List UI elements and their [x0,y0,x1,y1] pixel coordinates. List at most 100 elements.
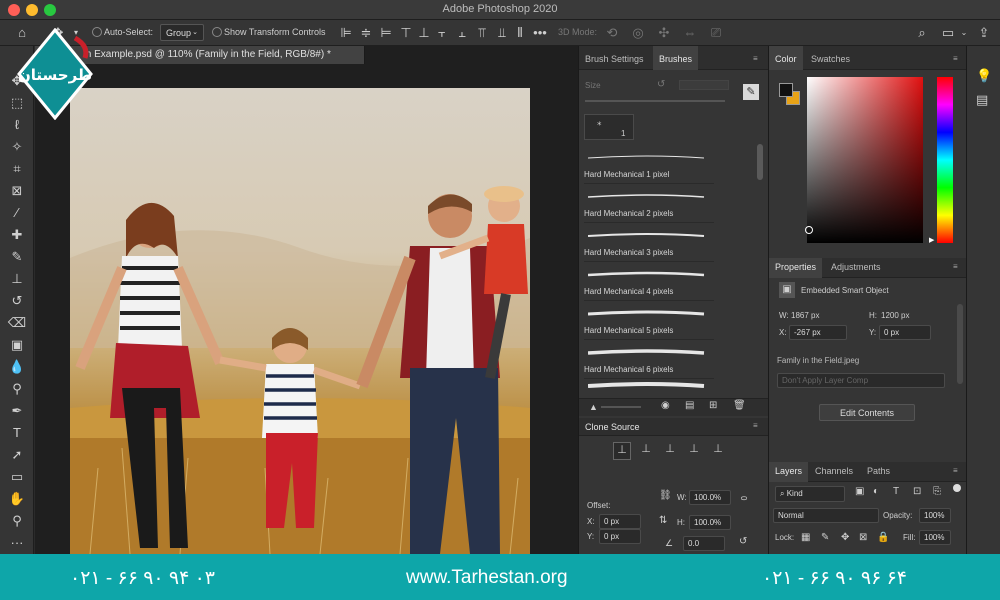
brush-preset-row[interactable]: Hard Mechanical 4 pixels [584,263,714,301]
new-brush-icon[interactable]: ⊞ [709,400,717,411]
distribute-bottom-icon[interactable]: ⫪ [474,25,490,41]
hue-slider[interactable] [937,77,953,243]
eyedropper-icon[interactable]: ⁄ [6,203,28,222]
workspace-icon[interactable]: ▭ [940,25,956,41]
link-icon[interactable]: ⛓ [659,490,672,501]
edit-contents-button[interactable]: Edit Contents [819,404,915,421]
type-tool-icon[interactable]: T [6,423,28,442]
height-field[interactable]: 100.0% [689,515,731,530]
filter-pixel-icon[interactable]: ▣ [855,486,864,497]
distribute-middle-icon[interactable]: ⫠ [454,25,470,41]
y-field[interactable]: 0 px [879,325,931,340]
brush-preset-row[interactable] [584,378,714,390]
share-icon[interactable]: ⇪ [976,25,992,41]
color-picker-handle[interactable] [805,226,813,234]
filter-toggle[interactable] [953,484,961,492]
document-canvas[interactable] [70,88,530,554]
tab-brushes[interactable]: Brushes [653,46,699,70]
distribute-horizontal-icon[interactable]: ⫫ [494,25,510,41]
blend-mode-dropdown[interactable]: Normal [773,508,879,523]
layer-comp-dropdown[interactable]: Don't Apply Layer Comp [777,373,945,388]
search-icon[interactable]: ⌕ [914,25,930,41]
clone-source-3-icon[interactable]: ⊥ [661,442,679,460]
clone-source-4-icon[interactable]: ⊥ [685,442,703,460]
align-center-icon[interactable]: ≑ [358,25,374,41]
brush-tool-icon[interactable]: ✎ [6,247,28,266]
properties-scrollbar[interactable] [957,304,963,384]
trash-icon[interactable]: 🗑 [733,400,746,411]
tab-adjustments[interactable]: Adjustments [825,258,887,278]
pen-tool-icon[interactable]: ✒ [6,401,28,420]
align-middle-icon[interactable]: ⊥ [416,25,432,41]
color-field[interactable] [807,77,923,243]
gradient-tool-icon[interactable]: ▣ [6,335,28,354]
frame-offset-field[interactable]: 0 [739,496,748,500]
width-value[interactable]: 1867 px [791,311,819,320]
offset-x-field[interactable]: 0 px [599,514,641,529]
tab-paths[interactable]: Paths [861,462,896,482]
brush-size-slider-icon[interactable]: ▲ [589,402,598,412]
filter-smart-object-icon[interactable]: ⎘ [933,486,941,497]
rectangle-tool-icon[interactable]: ▭ [6,467,28,486]
distribute-top-icon[interactable]: ⫟ [434,25,450,41]
brushes-scrollbar[interactable] [757,144,763,180]
filter-adjustment-icon[interactable]: ◐ [873,486,879,497]
offset-y-field[interactable]: 0 px [599,529,641,544]
brush-preset-row[interactable]: Hard Mechanical 6 pixels [584,341,714,379]
brush-preset-row[interactable]: Hard Mechanical 2 pixels [584,185,714,223]
zoom-tool-icon[interactable]: ⚲ [6,511,28,530]
libraries-icon[interactable]: ▤ [976,92,988,108]
lock-all-icon[interactable]: 🔒 [877,532,889,543]
hand-tool-icon[interactable]: ✋ [6,489,28,508]
website-link[interactable]: www.Tarhestan.org [406,567,568,589]
brush-preset-row[interactable]: Hard Mechanical 1 pixel [584,146,714,184]
tab-channels[interactable]: Channels [809,462,859,482]
angle-field[interactable]: 0.0 [683,536,725,551]
brush-preset-thumb[interactable]: ⁎ 1 [584,114,634,140]
history-brush-icon[interactable]: ↺ [6,291,28,310]
thumb-size-slider[interactable] [601,406,641,408]
tab-layers[interactable]: Layers [769,462,809,482]
distribute-spacing-icon[interactable]: ⫴ [512,25,528,41]
panel-menu-icon[interactable]: ≡ [953,466,958,475]
brush-preset-row[interactable]: Hard Mechanical 3 pixels [584,224,714,262]
filter-shape-icon[interactable]: ⊡ [913,486,921,497]
align-right-icon[interactable]: ⊨ [378,25,394,41]
eraser-icon[interactable]: ⌫ [6,313,28,332]
3d-pan-icon[interactable]: ✣ [656,25,672,41]
brush-edit-icon[interactable]: ✎ [743,84,759,100]
magic-wand-icon[interactable]: ✧ [6,137,28,156]
fill-field[interactable]: 100% [919,530,951,545]
clone-source-1-icon[interactable]: ⊥ [613,442,631,460]
chevron-down-icon[interactable]: ⌄ [956,25,972,41]
lock-transparent-icon[interactable]: ▦ [801,532,810,543]
path-selection-icon[interactable]: ➚ [6,445,28,464]
brush-preset-row[interactable]: Hard Mechanical 5 pixels [584,302,714,340]
align-left-icon[interactable]: ⊫ [338,25,354,41]
panel-menu-icon[interactable]: ≡ [753,421,758,430]
tab-color[interactable]: Color [769,46,803,70]
hue-slider-handle[interactable]: ▶ [929,236,934,244]
flip-icon[interactable]: ⇅ [659,515,667,526]
auto-select-dropdown[interactable]: Group ⌄ [160,24,204,41]
reset-transform-icon[interactable]: ↺ [739,536,747,547]
layer-filter-dropdown[interactable]: ⌕ Kind [775,486,845,502]
visibility-icon[interactable]: ◉ [661,400,670,411]
lock-position-icon[interactable]: ✥ [841,532,849,543]
width-field[interactable]: 100.0% [689,490,731,505]
more-tools-icon[interactable]: ··· [6,533,28,552]
opacity-field[interactable]: 100% [919,508,951,523]
learn-icon[interactable]: 💡 [976,68,992,84]
clone-stamp-icon[interactable]: ⊥ [6,269,28,288]
size-field[interactable] [679,80,729,90]
more-options-icon[interactable]: ••• [532,25,548,41]
tab-brush-settings[interactable]: Brush Settings [579,46,650,70]
x-field[interactable]: -267 px [789,325,847,340]
3d-slide-icon[interactable]: ⇔ [682,25,698,41]
filter-type-icon[interactable]: T [893,486,899,497]
folder-icon[interactable]: ▤ [685,400,694,411]
panel-menu-icon[interactable]: ≡ [953,262,958,271]
lock-artboard-icon[interactable]: ⊠ [859,532,867,543]
reset-size-icon[interactable]: ↺ [657,79,665,90]
healing-brush-icon[interactable]: ✚ [6,225,28,244]
